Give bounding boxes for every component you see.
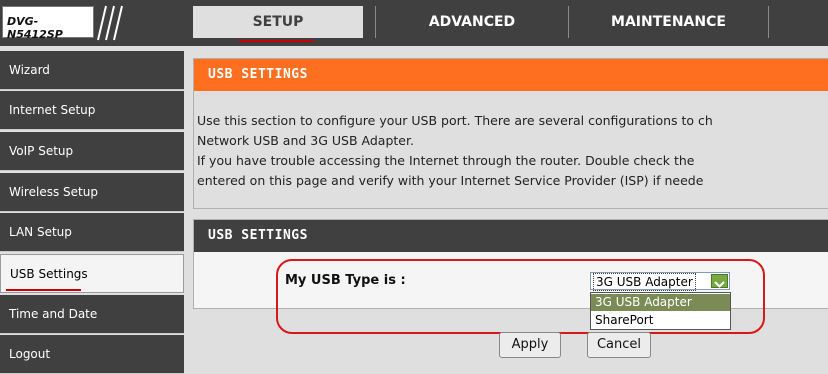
sidebar-item-lan-setup[interactable]: LAN Setup — [0, 213, 184, 252]
sidebar-item-internet-setup[interactable]: Internet Setup — [0, 91, 184, 130]
tab-setup-annotation-underline — [239, 40, 314, 42]
cancel-button[interactable]: Cancel — [587, 332, 651, 358]
usb-info-header: USB SETTINGS — [194, 59, 828, 91]
usb-settings-header: USB SETTINGS — [194, 220, 828, 252]
brand-logo: DVG-N5412SP — [2, 6, 94, 41]
tab-overflow[interactable] — [768, 6, 828, 38]
usb-settings-panel: USB SETTINGS — [193, 219, 828, 309]
info-line-2: Network USB and 3G USB Adapter. — [197, 133, 414, 148]
usb-type-label: My USB Type is : — [285, 273, 406, 288]
usb-type-select[interactable]: 3G USB Adapter — [590, 272, 730, 291]
tab-setup[interactable]: SETUP — [193, 6, 363, 38]
info-line-3: If you have trouble accessing the Intern… — [197, 153, 695, 168]
logo-slashes-icon — [97, 5, 123, 41]
usb-settings-title: USB SETTINGS — [208, 228, 308, 243]
usb-type-selected-value: 3G USB Adapter — [593, 273, 696, 291]
option-shareport[interactable]: SharePort — [591, 312, 730, 329]
usb-type-dropdown-list: 3G USB Adapter SharePort — [590, 292, 731, 330]
sidebar-item-wizard[interactable]: Wizard — [0, 51, 184, 90]
sidebar-item-voip-setup[interactable]: VoIP Setup — [0, 132, 184, 171]
sidebar-item-usb-settings[interactable]: USB Settings — [0, 254, 184, 293]
sidebar-item-time-and-date[interactable]: Time and Date — [0, 295, 184, 334]
apply-button[interactable]: Apply — [499, 332, 561, 358]
usb-info-panel: USB SETTINGS Use this section to configu… — [193, 58, 828, 209]
info-line-1: Use this section to configure your USB p… — [197, 113, 713, 128]
tab-maintenance[interactable]: MAINTENANCE — [568, 6, 768, 38]
option-3g-usb-adapter[interactable]: 3G USB Adapter — [591, 294, 730, 311]
info-line-4: entered on this page and verify with you… — [197, 173, 704, 188]
usb-info-title: USB SETTINGS — [208, 67, 308, 82]
logo-text: DVG-N5412SP — [7, 15, 63, 41]
chevron-down-icon[interactable] — [711, 274, 728, 288]
tab-advanced[interactable]: ADVANCED — [375, 6, 568, 38]
sidebar-item-logout[interactable]: Logout — [0, 335, 184, 374]
sidebar-annotation-underline — [6, 289, 81, 291]
sidebar-item-wireless-setup[interactable]: Wireless Setup — [0, 173, 184, 212]
